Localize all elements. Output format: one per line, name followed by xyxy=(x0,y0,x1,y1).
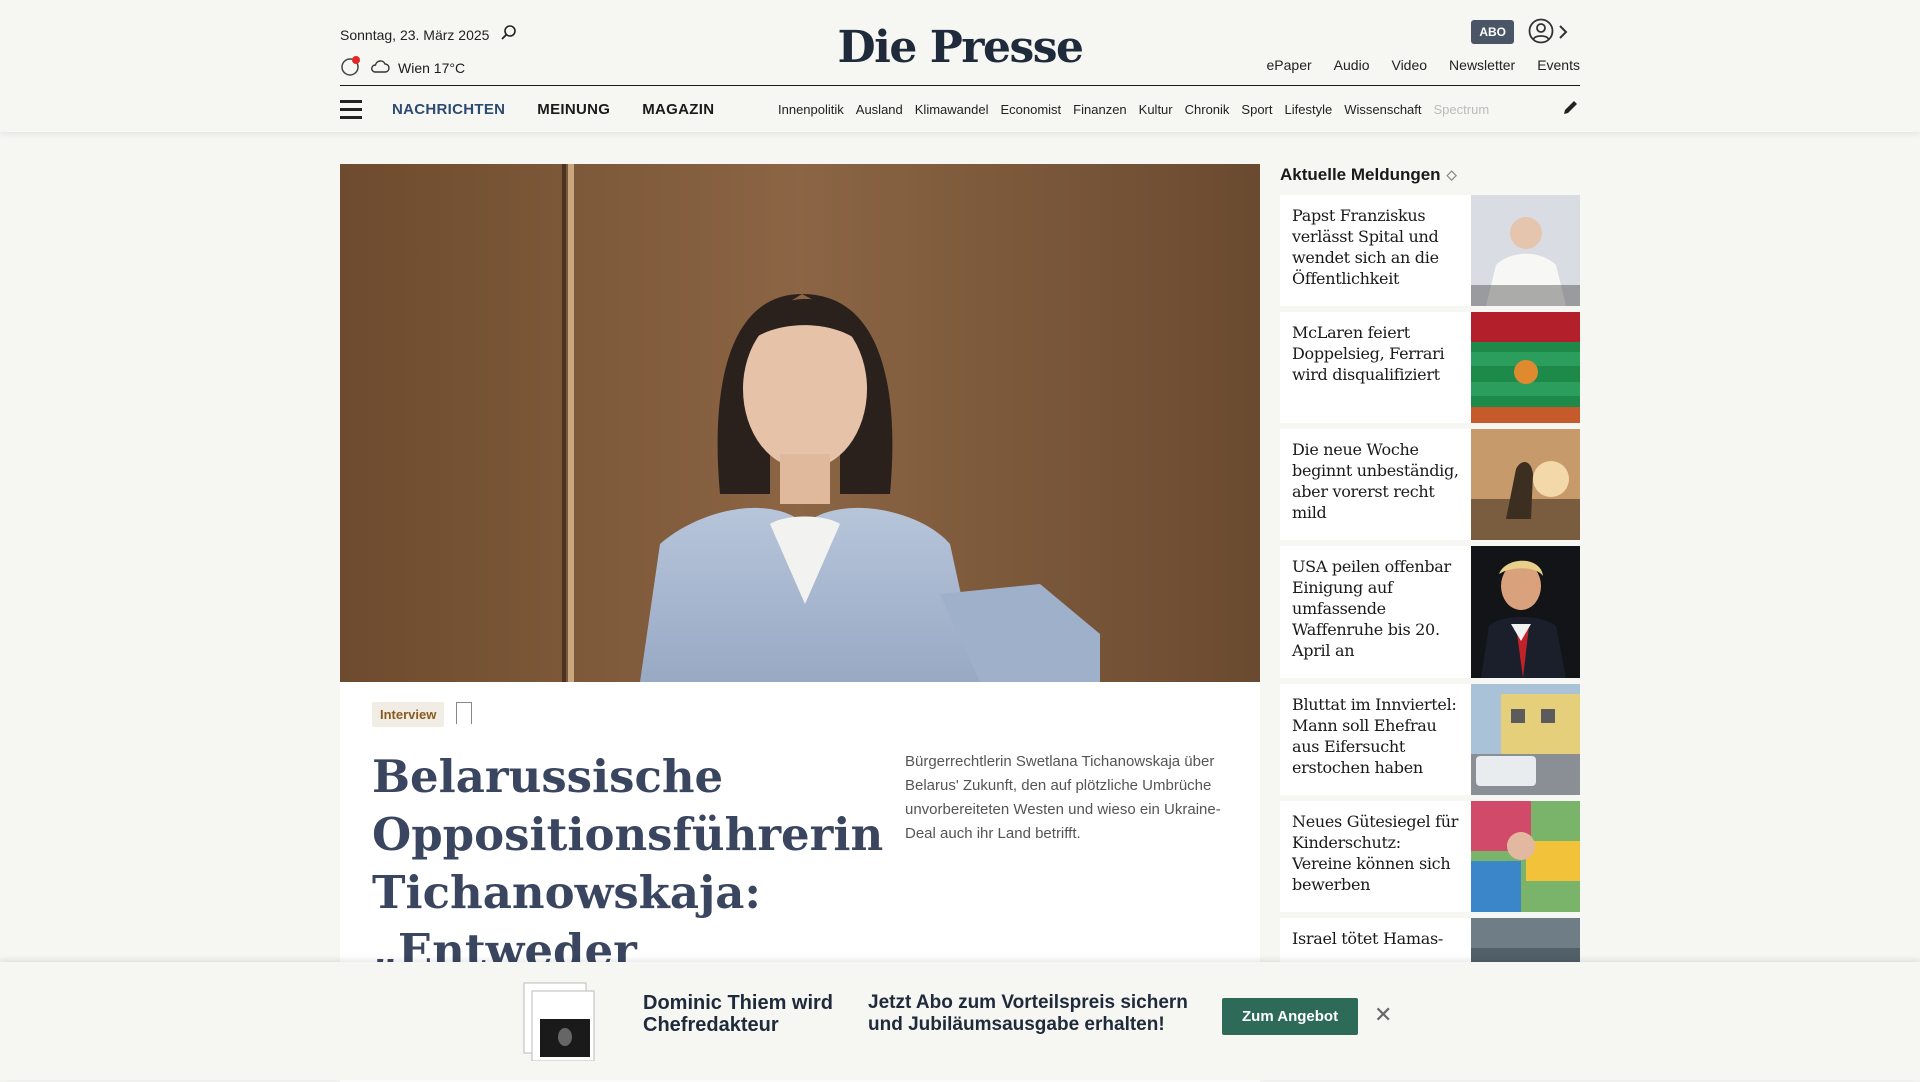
search-icon[interactable] xyxy=(501,25,517,44)
list-item-title: Papst Franziskus verlässt Spital und wen… xyxy=(1292,206,1439,288)
list-item-title: Bluttat im Innviertel: Mann soll Ehefrau… xyxy=(1292,695,1457,777)
newspaper-thumbnail xyxy=(522,981,602,1062)
nav-sub-item[interactable]: Economist xyxy=(1000,102,1061,117)
list-item-image xyxy=(1471,801,1580,912)
nav-sub: Innenpolitik Ausland Klimawandel Economi… xyxy=(778,102,1518,117)
nav-sub-item[interactable]: Spectrum xyxy=(1434,102,1490,117)
header-top: Sonntag, 23. März 2025 Wien 17°C Die Pre… xyxy=(340,0,1580,86)
banner-offer-text: Jetzt Abo zum Vorteilspreis sichern und … xyxy=(868,992,1188,1035)
banner-headline: Dominic Thiem wird Chefredakteur xyxy=(643,992,834,1036)
nav-sub-item[interactable]: Chronik xyxy=(1185,102,1230,117)
list-item-image xyxy=(1471,429,1580,540)
menu-icon[interactable] xyxy=(340,99,362,119)
news-list: Papst Franziskus verlässt Spital und wen… xyxy=(1280,195,1580,1035)
nav-nachrichten[interactable]: NACHRICHTEN xyxy=(392,101,505,118)
list-item-title: Die neue Woche beginnt unbeständig, aber… xyxy=(1292,440,1459,522)
list-item-title: Neues Gütesiegel für Kinderschutz: Verei… xyxy=(1292,812,1459,894)
date-row: Sonntag, 23. März 2025 xyxy=(340,25,517,44)
abo-button[interactable]: ABO xyxy=(1471,20,1514,44)
account-button[interactable] xyxy=(1528,18,1568,50)
link-events[interactable]: Events xyxy=(1537,57,1580,73)
close-icon[interactable]: ✕ xyxy=(1374,1002,1392,1028)
nav-sub-item[interactable]: Finanzen xyxy=(1073,102,1126,117)
notification-icon[interactable] xyxy=(340,55,362,80)
list-item[interactable]: Papst Franziskus verlässt Spital und wen… xyxy=(1280,195,1580,306)
date-text: Sonntag, 23. März 2025 xyxy=(340,26,490,43)
weather-row: Wien 17°C xyxy=(340,55,465,80)
tag-icon: ◇ xyxy=(1446,167,1457,182)
nav-sub-item[interactable]: Kultur xyxy=(1139,102,1173,117)
top-links: ePaper Audio Video Newsletter Events xyxy=(1267,57,1580,73)
list-item[interactable]: McLaren feiert Doppelsieg, Ferrari wird … xyxy=(1280,312,1580,423)
chevron-right-icon xyxy=(1558,23,1568,46)
hero-image[interactable] xyxy=(340,164,1260,682)
main-nav: NACHRICHTEN MEINUNG MAGAZIN Innenpolitik… xyxy=(340,87,1580,131)
bookmark-icon[interactable] xyxy=(456,702,472,724)
subscription-banner: Dominic Thiem wird Chefredakteur Jetzt A… xyxy=(0,962,1920,1080)
list-item[interactable]: Neues Gütesiegel für Kinderschutz: Verei… xyxy=(1280,801,1580,912)
site-logo[interactable]: Die Presse xyxy=(838,22,1084,73)
nav-magazin[interactable]: MAGAZIN xyxy=(642,101,714,118)
offer-button[interactable]: Zum Angebot xyxy=(1222,998,1359,1035)
link-audio[interactable]: Audio xyxy=(1334,57,1370,73)
list-item-image xyxy=(1471,312,1580,423)
nav-sub-item[interactable]: Klimawandel xyxy=(915,102,989,117)
weather-text: Wien 17°C xyxy=(398,59,466,76)
link-epaper[interactable]: ePaper xyxy=(1267,57,1312,73)
pencil-icon[interactable] xyxy=(1562,98,1580,121)
nav-sub-item[interactable]: Wissenschaft xyxy=(1344,102,1421,117)
cloud-icon xyxy=(370,59,390,76)
article-teaser[interactable]: Bürgerrechtlerin Swetlana Tichanowskaja … xyxy=(905,750,1245,846)
sidebar-title-text: Aktuelle Meldungen xyxy=(1280,165,1441,184)
list-item[interactable]: Bluttat im Innviertel: Mann soll Ehefrau… xyxy=(1280,684,1580,795)
nav-sub-item[interactable]: Innenpolitik xyxy=(778,102,844,117)
list-item-image xyxy=(1471,684,1580,795)
site-header: Sonntag, 23. März 2025 Wien 17°C Die Pre… xyxy=(0,0,1920,132)
list-item-title: USA peilen offenbar Einigung auf umfasse… xyxy=(1292,557,1451,660)
user-icon xyxy=(1528,18,1554,50)
nav-main: NACHRICHTEN MEINUNG MAGAZIN xyxy=(392,101,714,118)
nav-meinung[interactable]: MEINUNG xyxy=(537,101,610,118)
nav-sub-item[interactable]: Lifestyle xyxy=(1285,102,1333,117)
list-item-image xyxy=(1471,546,1580,678)
sidebar-title: Aktuelle Meldungen ◇ xyxy=(1280,165,1457,185)
list-item-image xyxy=(1471,195,1580,306)
link-video[interactable]: Video xyxy=(1391,57,1427,73)
article-tag[interactable]: Interview xyxy=(372,702,445,727)
list-item[interactable]: Die neue Woche beginnt unbeständig, aber… xyxy=(1280,429,1580,540)
list-item[interactable]: USA peilen offenbar Einigung auf umfasse… xyxy=(1280,546,1580,678)
nav-sub-item[interactable]: Ausland xyxy=(856,102,903,117)
list-item-title: McLaren feiert Doppelsieg, Ferrari wird … xyxy=(1292,323,1445,384)
nav-sub-item[interactable]: Sport xyxy=(1241,102,1272,117)
link-newsletter[interactable]: Newsletter xyxy=(1449,57,1515,73)
